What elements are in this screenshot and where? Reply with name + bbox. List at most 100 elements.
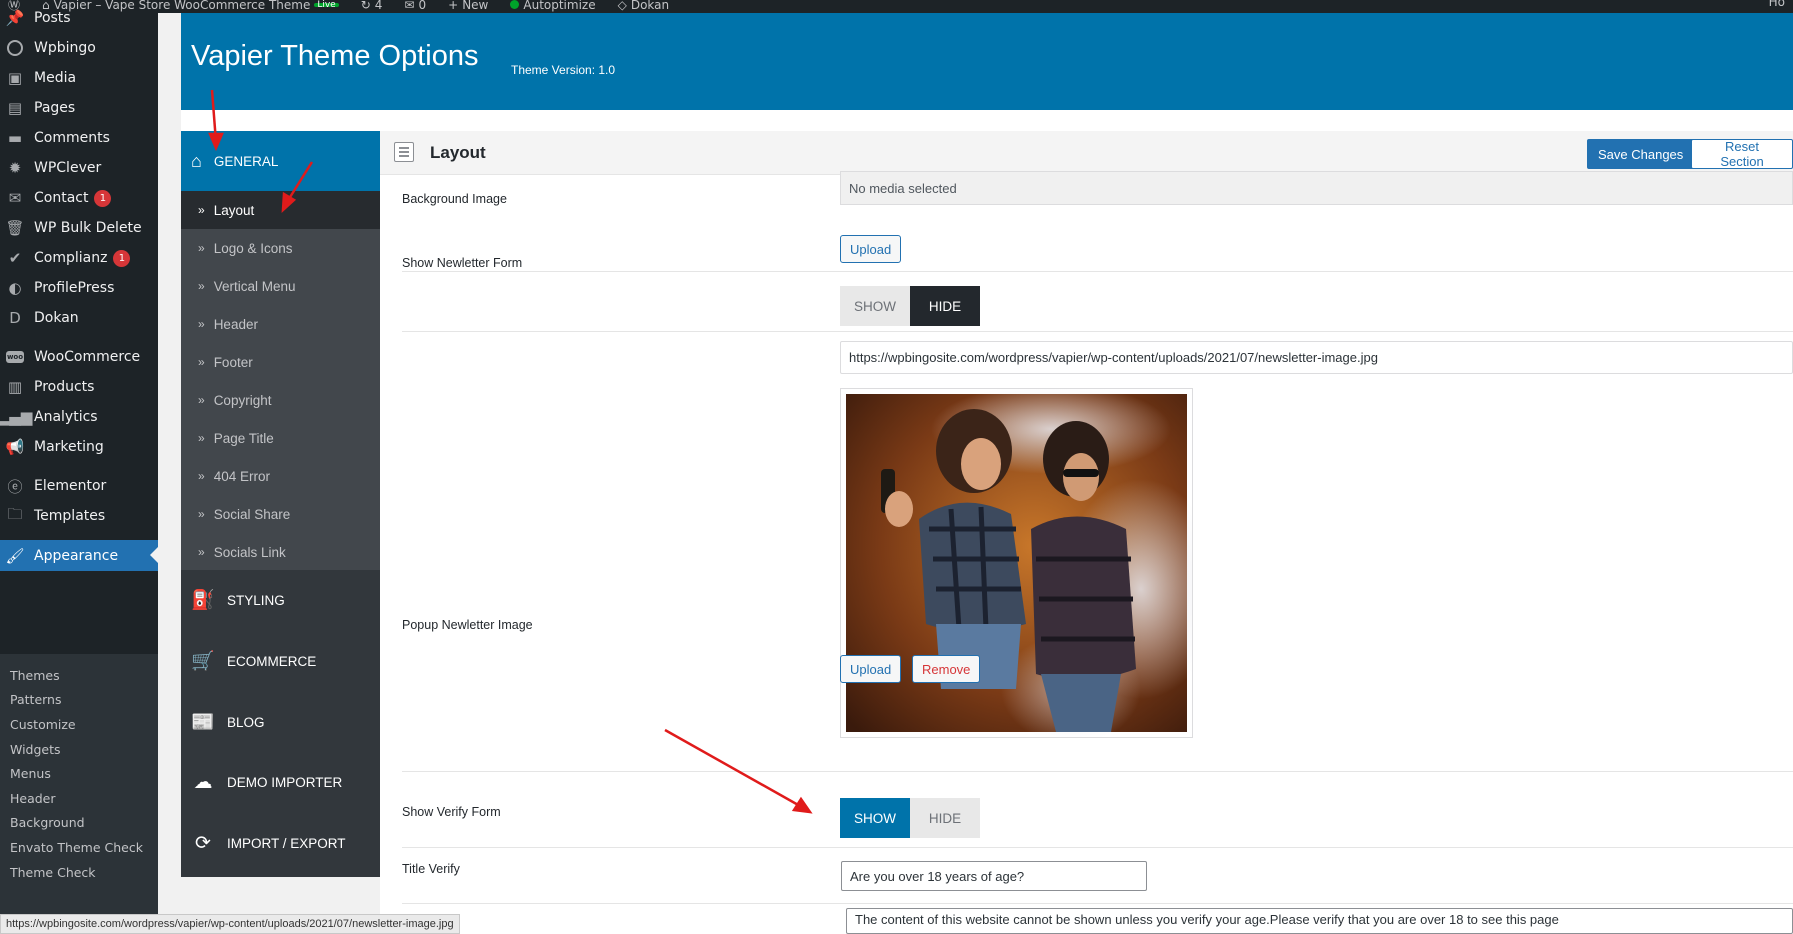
chevron-right-icon: »	[198, 317, 205, 331]
menu-item-woocommerce[interactable]: woo WooCommerce	[0, 342, 158, 372]
subtab-copyright[interactable]: » Copyright	[181, 381, 380, 419]
dokan-link[interactable]: ◇ Dokan	[617, 0, 670, 12]
background-image-label: Background Image	[402, 192, 507, 206]
chevron-right-icon: »	[198, 431, 205, 445]
submenu-item-themes[interactable]: Themes	[10, 668, 60, 683]
subtab-layout[interactable]: » Layout	[181, 191, 380, 229]
folder-icon: 🗀	[7, 504, 23, 523]
save-changes-button[interactable]: Save Changes	[1587, 139, 1695, 169]
tab-general[interactable]: ⌂ GENERAL	[181, 131, 380, 191]
background-image-field: No media selected	[840, 171, 1793, 205]
menu-item-contact[interactable]: ✉ Contact 1	[0, 183, 158, 213]
menu-item-profilepress[interactable]: ◐ ProfilePress	[0, 273, 158, 303]
menu-item-comments[interactable]: ▬ Comments	[0, 123, 158, 153]
subtab-footer[interactable]: » Footer	[181, 343, 380, 381]
tab-demo-importer[interactable]: ☁ DEMO IMPORTER	[181, 752, 380, 812]
chevron-right-icon: »	[198, 507, 205, 521]
blog-icon: 📰	[191, 712, 215, 733]
menu-item-marketing[interactable]: 📢 Marketing	[0, 432, 158, 462]
admin-sidebar: 📌 Posts Wpbingo ▣ Media ▤ Pages ▬ Comments ✹…	[0, 9, 158, 934]
newsletter-image	[846, 384, 1221, 744]
newsletter-show-option[interactable]: SHOW	[840, 286, 910, 326]
newsletter-upload-button[interactable]: Upload	[840, 655, 902, 683]
menu-item-wp-bulk-delete[interactable]: 🗑 WP Bulk Delete	[0, 213, 158, 243]
comment-icon: ✉	[404, 0, 415, 12]
menu-item-pages[interactable]: ▤ Pages	[0, 93, 158, 123]
submenu-item-background[interactable]: Background	[10, 815, 85, 830]
appearance-submenu: Themes Patterns Customize Widgets Menus …	[0, 654, 158, 934]
subtab-vertical-menu[interactable]: » Vertical Menu	[181, 267, 380, 305]
options-panel: Layout Save Changes Reset Section Backgr…	[380, 131, 1793, 934]
wpbingo-icon	[6, 39, 24, 57]
menu-item-products[interactable]: ▥ Products	[0, 372, 158, 402]
menu-item-elementor[interactable]: ⓔ Elementor	[0, 471, 158, 501]
updates-link[interactable]: ↻ 4	[360, 0, 383, 12]
subtab-header[interactable]: » Header	[181, 305, 380, 343]
subtab-social-share[interactable]: » Social Share	[181, 495, 380, 533]
submenu-item-menus[interactable]: Menus	[10, 766, 51, 781]
plus-icon: +	[448, 0, 459, 12]
menu-item-templates[interactable]: 🗀 Templates	[0, 501, 158, 531]
menu-item-wpclever[interactable]: ✹ WPClever	[0, 153, 158, 183]
subtab-logo-icons[interactable]: » Logo & Icons	[181, 229, 380, 267]
dokan-icon: ◇	[617, 0, 627, 12]
menu-item-complianz[interactable]: ✔ Complianz 1	[0, 243, 158, 273]
section-title: Layout	[430, 143, 486, 162]
cloud-download-icon: ☁	[193, 771, 213, 793]
section-header: Layout Save Changes Reset Section	[380, 131, 1793, 175]
tab-ecommerce[interactable]: 🛒 ECOMMERCE	[181, 631, 380, 691]
subtab-404-error[interactable]: » 404 Error	[181, 457, 380, 495]
content-verify-textarea[interactable]: The content of this website cannot be sh…	[846, 908, 1793, 934]
tab-import-export[interactable]: ⟳ IMPORT / EXPORT	[181, 813, 380, 873]
notification-badge: 1	[113, 249, 131, 267]
background-upload-button[interactable]: Upload	[840, 235, 902, 263]
submenu-item-envato-theme-check[interactable]: Envato Theme Check	[10, 840, 143, 855]
verify-hide-option[interactable]: HIDE	[910, 798, 980, 838]
divider	[402, 903, 1793, 904]
menu-item-analytics[interactable]: ▂▄▆ Analytics	[0, 402, 158, 432]
verify-toggle: SHOW HIDE	[840, 798, 980, 838]
divider	[402, 331, 1793, 332]
browser-status-bar: https://wpbingosite.com/wordpress/vapier…	[0, 914, 460, 934]
list-icon	[394, 142, 414, 162]
options-menu: ⌂ GENERAL » Layout » Logo & Icons » Vertical…	[181, 131, 380, 877]
theme-version: Theme Version: 1.0	[511, 63, 616, 77]
subtab-socials-link[interactable]: » Socials Link	[181, 533, 380, 571]
comments-icon: ▬	[7, 129, 23, 147]
check-icon: ✔	[8, 249, 22, 267]
title-verify-input[interactable]: Are you over 18 years of age?	[841, 861, 1147, 891]
chevron-right-icon: »	[198, 545, 205, 559]
howdy-link[interactable]: Ho	[1769, 0, 1785, 8]
verify-show-option[interactable]: SHOW	[840, 798, 910, 838]
reset-section-button[interactable]: Reset Section	[1691, 139, 1793, 169]
chevron-right-icon: »	[198, 393, 205, 407]
submenu-item-header[interactable]: Header	[10, 791, 56, 806]
chevron-right-icon: »	[198, 355, 205, 369]
admin-bar: Ⓦ ⌂ Vapier – Vape Store WooCommerce Theme…	[0, 0, 1793, 13]
refresh-icon: ↻	[360, 0, 371, 12]
menu-item-dokan[interactable]: D Dokan	[0, 303, 158, 333]
newsletter-remove-button[interactable]: Remove	[912, 655, 981, 683]
submenu-item-customize[interactable]: Customize	[10, 717, 76, 732]
menu-item-media[interactable]: ▣ Media	[0, 63, 158, 93]
general-submenu: » Layout » Logo & Icons » Vertical Menu » He…	[181, 191, 380, 570]
menu-item-appearance[interactable]: 🖌 Appearance	[0, 540, 158, 571]
subtab-page-title[interactable]: » Page Title	[181, 419, 380, 457]
page-title: Vapier Theme Options	[191, 40, 479, 72]
menu-item-wpbingo[interactable]: Wpbingo	[0, 33, 158, 63]
submenu-item-widgets[interactable]: Widgets	[10, 742, 61, 757]
menu-item-posts[interactable]: 📌 Posts	[0, 3, 158, 33]
profilepress-icon: ◐	[8, 279, 22, 297]
newsletter-image-url-field[interactable]: https://wpbingosite.com/wordpress/vapier…	[840, 341, 1793, 374]
newsletter-hide-option[interactable]: HIDE	[910, 286, 980, 326]
submenu-item-theme-check[interactable]: Theme Check	[10, 865, 96, 880]
popup-newsletter-image-label: Popup Newletter Image	[402, 618, 533, 632]
tab-blog[interactable]: 📰 BLOG	[181, 692, 380, 752]
wpclever-icon: ✹	[8, 159, 22, 177]
new-content-link[interactable]: + New	[448, 0, 488, 12]
submenu-item-patterns[interactable]: Patterns	[10, 692, 61, 707]
autoptimize-link[interactable]: Autoptimize	[510, 0, 596, 11]
status-dot-icon	[510, 0, 520, 9]
tab-styling[interactable]: ⛽ STYLING	[181, 570, 380, 630]
comments-link[interactable]: ✉ 0	[404, 0, 426, 12]
